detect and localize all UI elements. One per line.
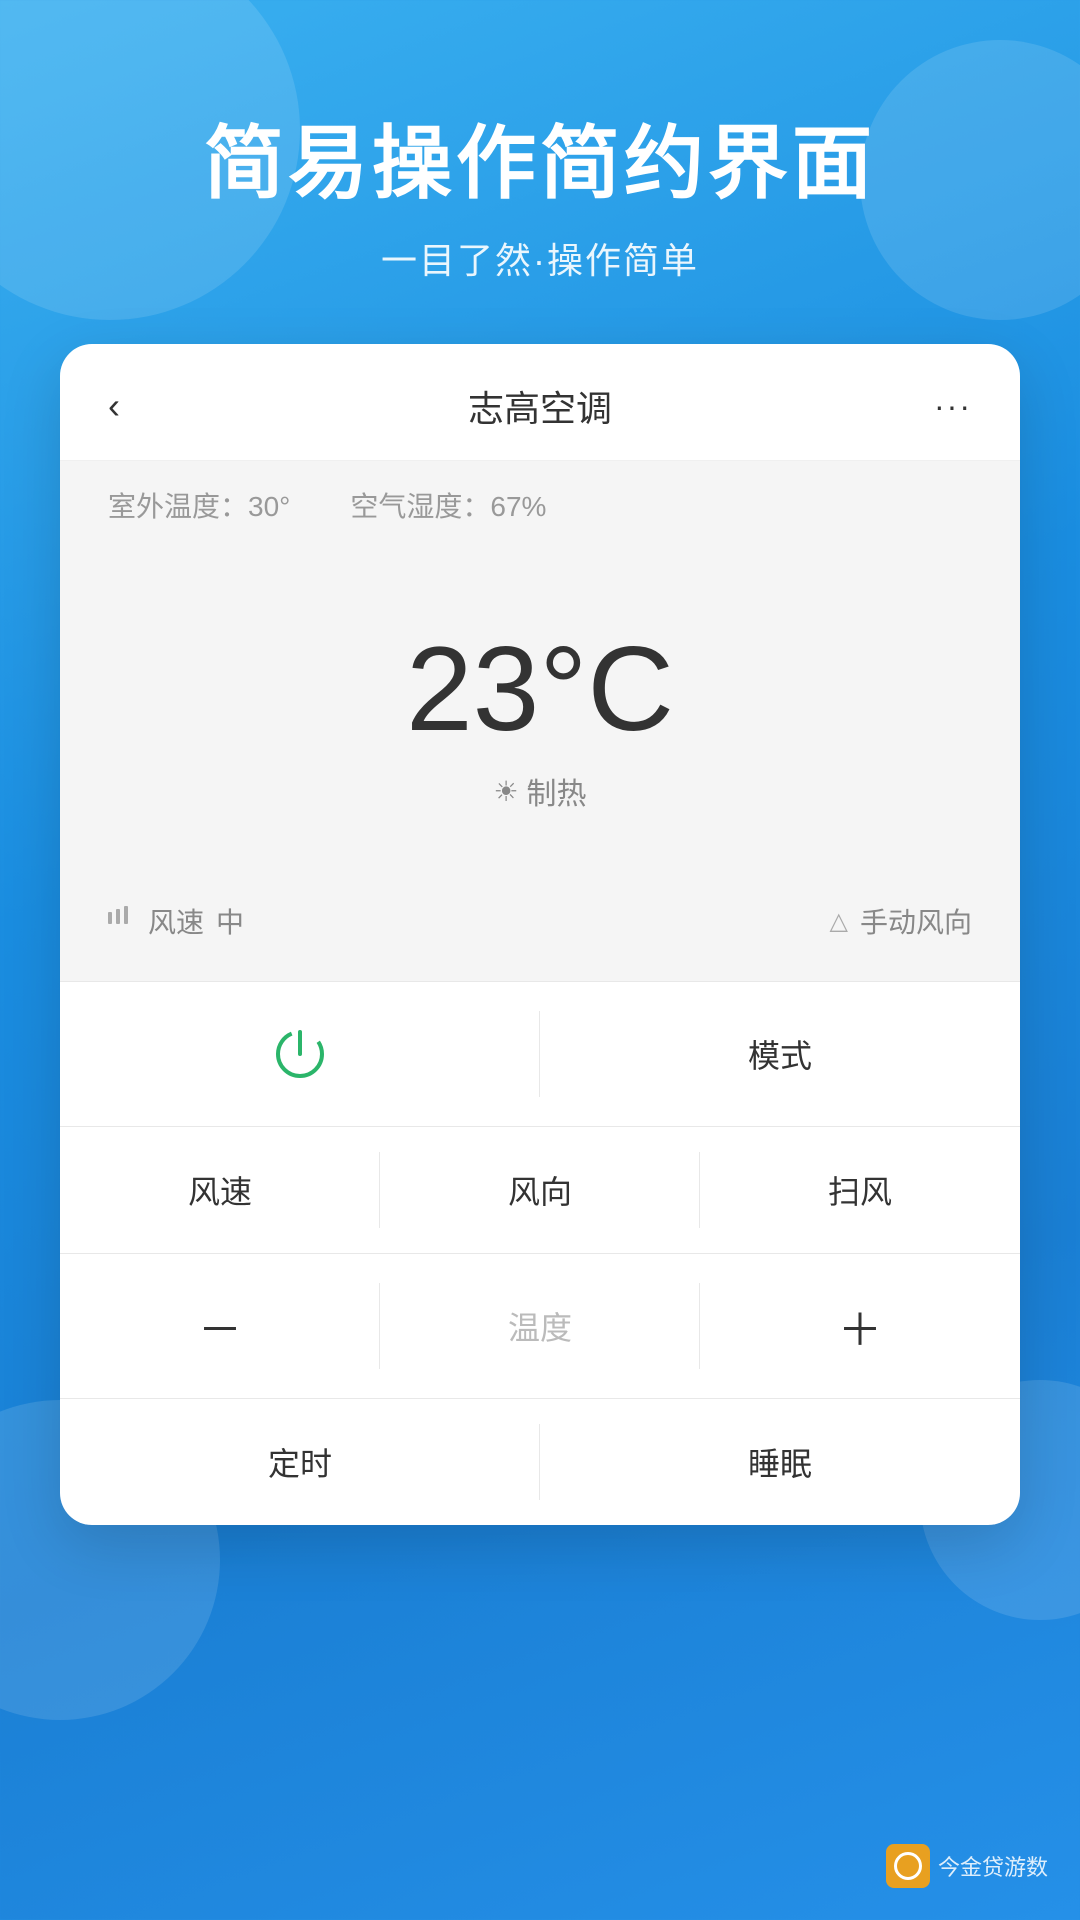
temp-plus-button[interactable]: ＋ (700, 1254, 1020, 1398)
temp-ctrl-label: 温度 (508, 1303, 572, 1349)
mode-icon: ☀ (493, 775, 518, 808)
power-icon (268, 1022, 332, 1086)
sleep-button[interactable]: 睡眠 (540, 1399, 1020, 1525)
mode-label: 模式 (748, 1031, 812, 1077)
mode-button[interactable]: 模式 (540, 982, 1020, 1126)
wind-speed-ctrl-label: 风速 (188, 1167, 252, 1213)
watermark-text: 今金贷游数 (938, 1850, 1048, 1882)
temp-center: 温度 (380, 1254, 700, 1398)
main-card: ‹ 志高空调 ··· 室外温度：30° 空气湿度：67% 23°C ☀ 制热 (60, 344, 1020, 1525)
wind-speed-button[interactable]: 风速 (60, 1127, 380, 1253)
temp-plus-label: ＋ (838, 1294, 882, 1358)
wind-speed-value: 中 (216, 901, 244, 941)
wind-sweep-button[interactable]: 扫风 (700, 1127, 1020, 1253)
temp-minus-button[interactable]: － (60, 1254, 380, 1398)
wind-direction-info: △ 手动风向 (830, 901, 972, 941)
temp-mode: ☀ 制热 (493, 769, 586, 813)
wind-direction-label: 手动风向 (860, 901, 972, 941)
power-button[interactable] (60, 982, 540, 1126)
timer-label: 定时 (268, 1439, 332, 1485)
wind-speed-info: 风速 中 (108, 901, 244, 941)
hero-subtitle: 一目了然·操作简单 (0, 232, 1080, 284)
sleep-label: 睡眠 (748, 1439, 812, 1485)
device-title: 志高空调 (468, 380, 612, 432)
status-bar: 室外温度：30° 空气湿度：67% (60, 461, 1020, 549)
control-grid: 模式 风速 风向 扫风 － 温度 ＋ (60, 982, 1020, 1525)
watermark: 今金贷游数 (886, 1844, 1048, 1888)
temperature-display: 23°C ☀ 制热 (60, 549, 1020, 873)
card-header: ‹ 志高空调 ··· (60, 344, 1020, 461)
row-power-mode: 模式 (60, 982, 1020, 1127)
row-temperature: － 温度 ＋ (60, 1254, 1020, 1399)
watermark-logo (886, 1844, 930, 1888)
temperature-value: 23°C (406, 629, 674, 749)
mode-text: 制热 (527, 769, 587, 813)
outdoor-temp-status: 室外温度：30° (108, 485, 290, 525)
wind-speed-label: 风速 (148, 901, 204, 941)
hero-title: 简易操作简约界面 (0, 120, 1080, 208)
timer-button[interactable]: 定时 (60, 1399, 540, 1525)
wind-info-bar: 风速 中 △ 手动风向 (60, 873, 1020, 982)
wind-direction-icon: △ (830, 907, 848, 936)
wind-speed-icon (108, 906, 136, 937)
hero-section: 简易操作简约界面 一目了然·操作简单 (0, 0, 1080, 344)
watermark-logo-inner (894, 1852, 922, 1880)
wind-sweep-ctrl-label: 扫风 (828, 1167, 892, 1213)
back-button[interactable]: ‹ (108, 385, 168, 427)
humidity-status: 空气湿度：67% (350, 485, 546, 525)
wind-dir-button[interactable]: 风向 (380, 1127, 700, 1253)
row-timer-sleep: 定时 睡眠 (60, 1399, 1020, 1525)
more-button[interactable]: ··· (912, 388, 972, 425)
temp-minus-label: － (198, 1294, 242, 1358)
wind-dir-ctrl-label: 风向 (508, 1167, 572, 1213)
row-wind: 风速 风向 扫风 (60, 1127, 1020, 1254)
